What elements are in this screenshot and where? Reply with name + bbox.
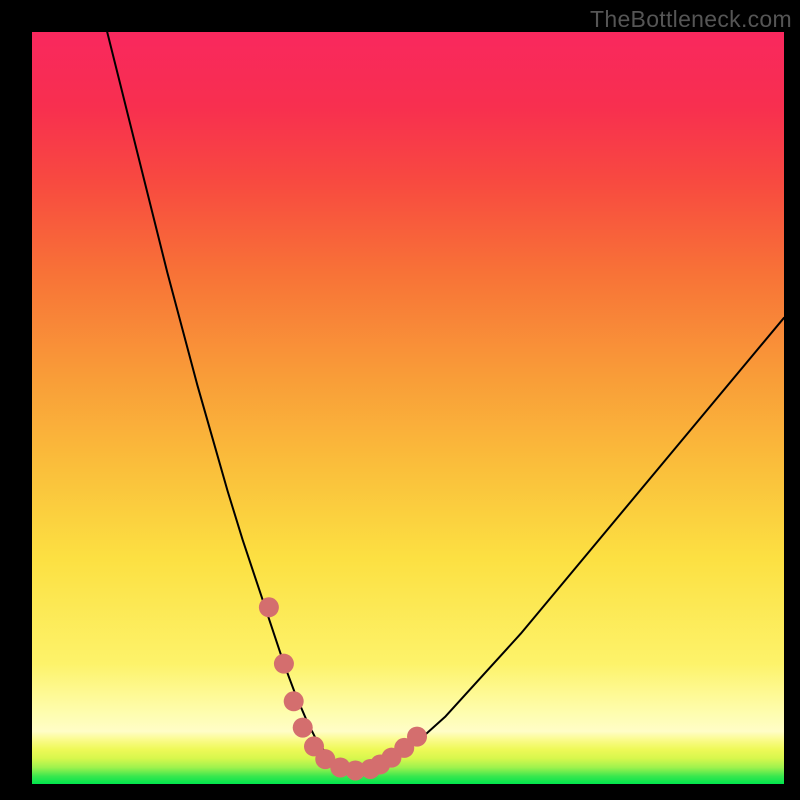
plot-area [32, 32, 784, 784]
highlight-dot [407, 727, 427, 747]
chart-frame: TheBottleneck.com [0, 0, 800, 800]
highlight-dot [293, 718, 313, 738]
curve-path [107, 32, 784, 772]
watermark-text: TheBottleneck.com [590, 6, 792, 33]
chart-svg [32, 32, 784, 784]
highlight-dot [284, 691, 304, 711]
highlight-dot [274, 654, 294, 674]
highlight-dot [259, 597, 279, 617]
